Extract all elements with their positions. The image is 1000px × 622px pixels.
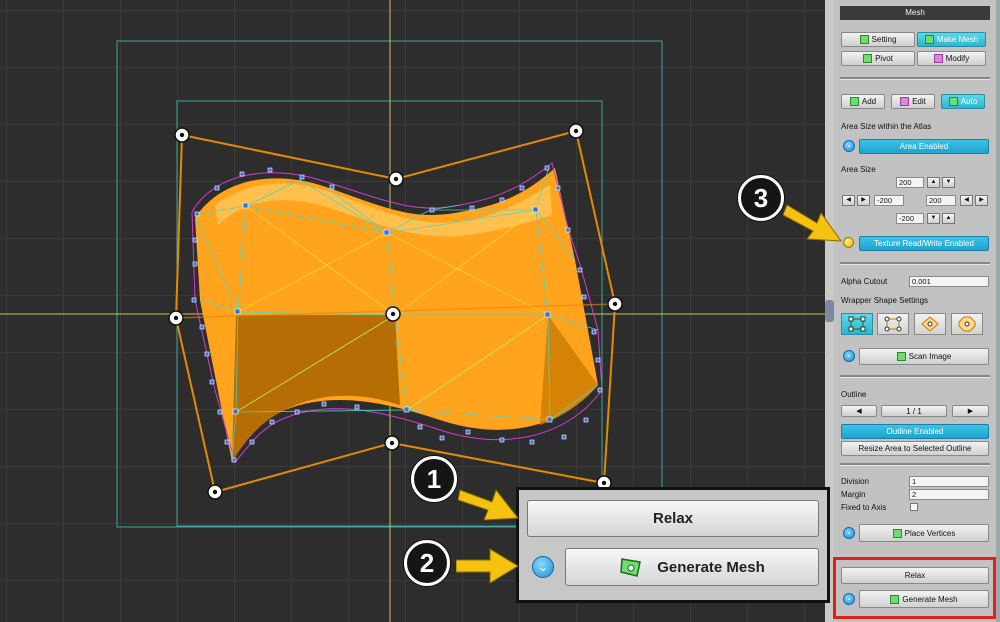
margin-field[interactable]: 2 (909, 489, 989, 500)
panel-scrollbar[interactable] (996, 0, 1000, 622)
mode-edit-label: Edit (912, 97, 926, 106)
area-size-atlas-label: Area Size within the Atlas (841, 122, 932, 131)
area-right-field[interactable]: 200 (926, 195, 956, 206)
tab-make-mesh-label: Make Mesh (936, 35, 979, 44)
outline-page-indicator: 1 / 1 (881, 405, 947, 417)
division-label: Division (841, 477, 870, 486)
area-top-field[interactable]: 200 (896, 177, 924, 188)
chevron-down-icon[interactable]: ⌄ (843, 350, 855, 362)
resize-area-button[interactable]: Resize Area to Selected Outline (841, 441, 989, 456)
flag-shade (232, 315, 400, 462)
tab-setting[interactable]: Setting (841, 32, 915, 47)
mode-auto-label: Auto (960, 97, 978, 106)
area-bottom-field[interactable]: -200 (896, 213, 924, 224)
outline-label: Outline (841, 390, 867, 399)
place-vertices-icon (892, 528, 902, 538)
arrow-1-icon (458, 488, 519, 521)
right-arrow-icon[interactable]: ▶ (975, 195, 988, 206)
up-arrow-icon[interactable]: ▲ (942, 213, 955, 224)
mode-auto-button[interactable]: Auto (941, 94, 985, 109)
arrow-2-icon (456, 548, 519, 584)
outline-prev-button[interactable]: ◀ (841, 405, 877, 417)
wrapper-shape-rect-button[interactable] (841, 313, 873, 335)
yellow-circle-icon (843, 237, 854, 248)
divider (840, 262, 990, 265)
mesh-panel: Mesh Setting Make Mesh Pivot Modify Add … (834, 0, 1000, 622)
wrapper-shape-box-button[interactable] (877, 313, 909, 335)
place-vertices-button[interactable]: Place Vertices (859, 524, 989, 542)
division-field[interactable]: 1 (909, 476, 989, 487)
up-arrow-icon[interactable]: ▲ (927, 177, 940, 188)
wrapper-shape-label: Wrapper Shape Settings (841, 296, 929, 305)
arrow-3-icon (783, 204, 843, 242)
down-arrow-icon[interactable]: ▼ (927, 213, 940, 224)
tab-setting-label: Setting (871, 35, 897, 44)
scan-image-icon (896, 352, 906, 361)
shape-octagon-icon (958, 316, 976, 332)
scrollbar-thumb[interactable] (825, 300, 834, 322)
alpha-cutout-field[interactable]: 0.001 (909, 276, 989, 287)
highlight-box (833, 557, 996, 619)
zoom-generate-mesh-label: Generate Mesh (657, 558, 765, 576)
setting-icon (859, 35, 869, 44)
tab-modify-label: Modify (945, 54, 970, 63)
zoom-relax-label: Relax (652, 510, 694, 527)
place-vertices-label: Place Vertices (904, 528, 956, 538)
generate-mesh-icon (620, 558, 642, 577)
area-size-label: Area Size (841, 165, 876, 174)
alpha-cutout-label: Alpha Cutout (841, 277, 888, 286)
divider (840, 463, 990, 466)
shape-rect-icon (848, 316, 866, 332)
margin-label: Margin (841, 490, 866, 499)
modify-icon (933, 54, 943, 63)
outline-enabled-button[interactable]: Outline Enabled (841, 424, 989, 439)
right-arrow-icon[interactable]: ▶ (857, 195, 870, 206)
pivot-icon (863, 54, 873, 63)
outline-next-button[interactable]: ▶ (952, 405, 989, 417)
divider (840, 375, 990, 378)
scan-image-label: Scan Image (908, 352, 952, 361)
mode-add-label: Add (861, 97, 877, 106)
wrapper-shape-octagon-button[interactable] (951, 313, 983, 335)
callout-1: 1 (411, 456, 457, 502)
divider (840, 77, 990, 80)
wrapper-shape-diamond-button[interactable] (914, 313, 946, 335)
tab-make-mesh[interactable]: Make Mesh (917, 32, 986, 47)
scan-image-button[interactable]: Scan Image (859, 348, 989, 365)
tab-modify[interactable]: Modify (917, 51, 986, 66)
edit-icon (900, 97, 910, 106)
chevron-down-icon[interactable]: ⌄ (843, 527, 855, 539)
left-arrow-icon[interactable]: ◀ (842, 195, 855, 206)
mode-edit-button[interactable]: Edit (891, 94, 935, 109)
texture-read-write-button[interactable]: Texture Read/Write Enabled (859, 236, 989, 251)
chevron-down-icon[interactable]: ⌄ (532, 556, 554, 578)
fixed-axis-label: Fixed to Axis (841, 503, 887, 512)
shape-box-icon (884, 316, 902, 332)
add-icon (849, 97, 859, 106)
callout-3: 3 (738, 175, 784, 221)
callout-2: 2 (404, 540, 450, 586)
zoom-relax-button[interactable]: Relax (527, 500, 819, 537)
left-arrow-icon[interactable]: ◀ (960, 195, 973, 206)
tab-pivot[interactable]: Pivot (841, 51, 915, 66)
panel-title: Mesh (840, 6, 990, 20)
fixed-axis-checkbox[interactable] (910, 503, 918, 511)
area-left-field[interactable]: -200 (874, 195, 904, 206)
mode-add-button[interactable]: Add (841, 94, 885, 109)
down-arrow-icon[interactable]: ▼ (942, 177, 955, 188)
make-mesh-icon (924, 35, 934, 44)
zoom-callout: Relax ⌄ Generate Mesh (516, 487, 830, 603)
tab-pivot-label: Pivot (875, 54, 893, 63)
auto-icon (948, 97, 958, 106)
shape-diamond-icon (921, 316, 939, 332)
zoom-generate-mesh-button[interactable]: Generate Mesh (565, 548, 819, 586)
chevron-down-icon[interactable]: ⌄ (843, 140, 855, 152)
area-enabled-button[interactable]: Area Enabled (859, 139, 989, 154)
